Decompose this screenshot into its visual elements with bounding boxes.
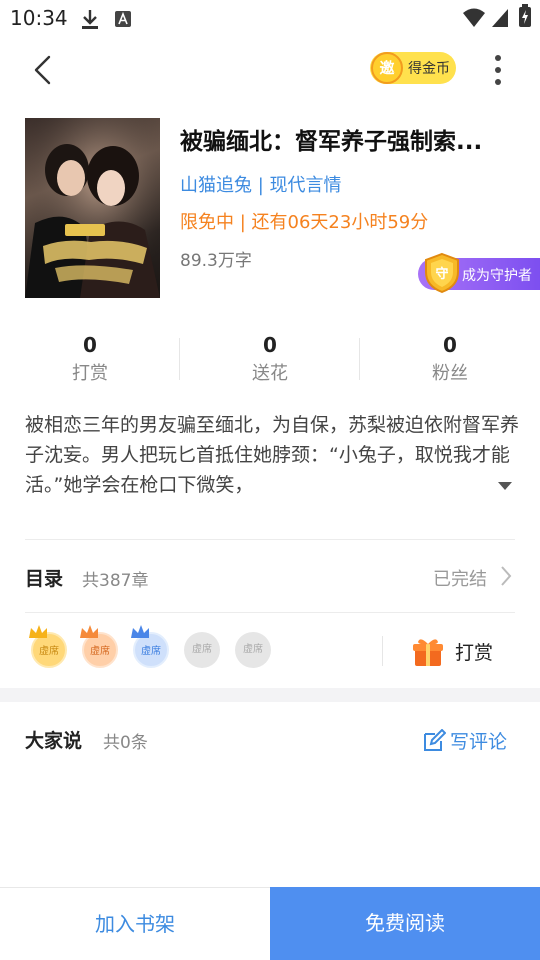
stats-row: 0 打赏 0 送花 0 粉丝 [0,330,540,390]
seat-label: 虚席 [39,646,59,657]
divider [25,539,515,540]
become-guardian-button[interactable]: 守 成为守护者 [418,252,540,294]
read-free-button[interactable]: 免费阅读 [270,887,540,960]
completion-status: 已完结 [433,569,487,590]
back-arrow-icon [34,55,51,85]
stat-reward-count: 0 [83,333,97,357]
app-notification-icon [115,11,131,27]
download-icon [82,10,98,29]
toc-title: 目录 [25,568,64,590]
seat-label: 虚席 [90,646,110,657]
more-vertical-icon [495,55,501,85]
expand-triangle-icon[interactable] [497,480,513,492]
battery-icon [519,4,531,27]
free-limited-line: 限免中 | 还有06天23小时59分 [180,208,428,234]
reward-label: 打赏 [455,642,494,664]
book-title: 被骗缅北：督军养子强制索... [180,129,483,155]
earn-coins-label: 得金币 [408,61,450,77]
back-button[interactable] [26,52,60,88]
stat-reward-label: 打赏 [72,363,108,384]
seat-rank-5[interactable]: 虚席 [235,632,271,668]
free-label: 限免中 [180,212,234,233]
earn-coins-button[interactable]: 邀 得金币 [370,52,456,84]
seat-label: 虚席 [192,644,212,655]
orange-crown-icon [80,625,98,638]
cover-badge [65,224,105,236]
reward-button[interactable]: 打赏 [410,634,520,668]
cover-art [25,118,160,298]
wifi-icon [463,8,485,27]
stat-flowers[interactable]: 0 送花 [180,330,360,388]
seat-label: 虚席 [141,646,161,657]
status-time: 10:34 [10,6,68,30]
category-link[interactable]: 现代言情 [270,175,342,196]
stat-fans-count: 0 [443,333,457,357]
seat-rank-2[interactable]: 虚席 [80,625,118,668]
author-category-line: 山猫追兔 | 现代言情 [180,171,342,197]
stat-reward[interactable]: 0 打赏 [0,330,180,388]
signal-icon [492,9,508,27]
chapter-count: 共387章 [82,571,149,591]
free-separator: | [234,212,252,233]
comments-header: 大家说 共0条 写评论 [25,722,520,762]
stat-fans-label: 粉丝 [432,363,468,384]
bottom-action-bar: 加入书架 免费阅读 [0,887,540,960]
edit-pen-icon [424,729,446,751]
seat-rank-3[interactable]: 虚席 [131,625,169,668]
write-review-label: 写评论 [450,731,508,753]
divider [382,636,383,666]
write-review-button[interactable]: 写评论 [420,724,520,756]
author-link[interactable]: 山猫追兔 [180,175,252,196]
table-of-contents-row[interactable]: 目录 共387章 已完结 [25,556,515,596]
guardian-shield-icon: 守 [425,252,459,294]
add-to-bookshelf-button[interactable]: 加入书架 [0,887,270,960]
chevron-right-icon [501,566,512,586]
gift-icon [413,639,443,666]
meta-separator: | [252,175,270,196]
invite-coin-icon: 邀 [371,52,403,84]
divider [25,612,515,613]
seat-rank-1[interactable]: 虚席 [29,625,67,668]
comments-count: 共0条 [103,733,148,753]
top-bar: 邀 得金币 [0,40,540,100]
more-options-button[interactable] [486,52,510,88]
book-cover [25,118,160,298]
stat-flowers-label: 送花 [252,363,288,384]
stat-fans[interactable]: 0 粉丝 [360,330,540,388]
word-count: 89.3万字 [180,251,252,271]
section-separator [0,688,540,702]
comments-title: 大家说 [25,730,83,752]
status-bar: 10:34 [0,0,540,36]
gold-crown-icon [29,625,47,638]
top-fans-seats: 虚席 虚席 虚席 虚席 虚席 [25,625,325,676]
seat-rank-4[interactable]: 虚席 [184,632,220,668]
seat-label: 虚席 [243,644,263,655]
blue-crown-icon [131,625,149,638]
free-countdown: 还有06天23小时59分 [251,212,429,233]
become-guardian-label: 成为守护者 [462,268,532,284]
stat-flowers-count: 0 [263,333,277,357]
guardian-badge-glyph: 守 [435,266,448,282]
book-synopsis[interactable]: 被相恋三年的男友骗至缅北，为自保，苏梨被迫依附督军养子沈妄。男人把玩匕首抵住她脖… [25,410,519,500]
